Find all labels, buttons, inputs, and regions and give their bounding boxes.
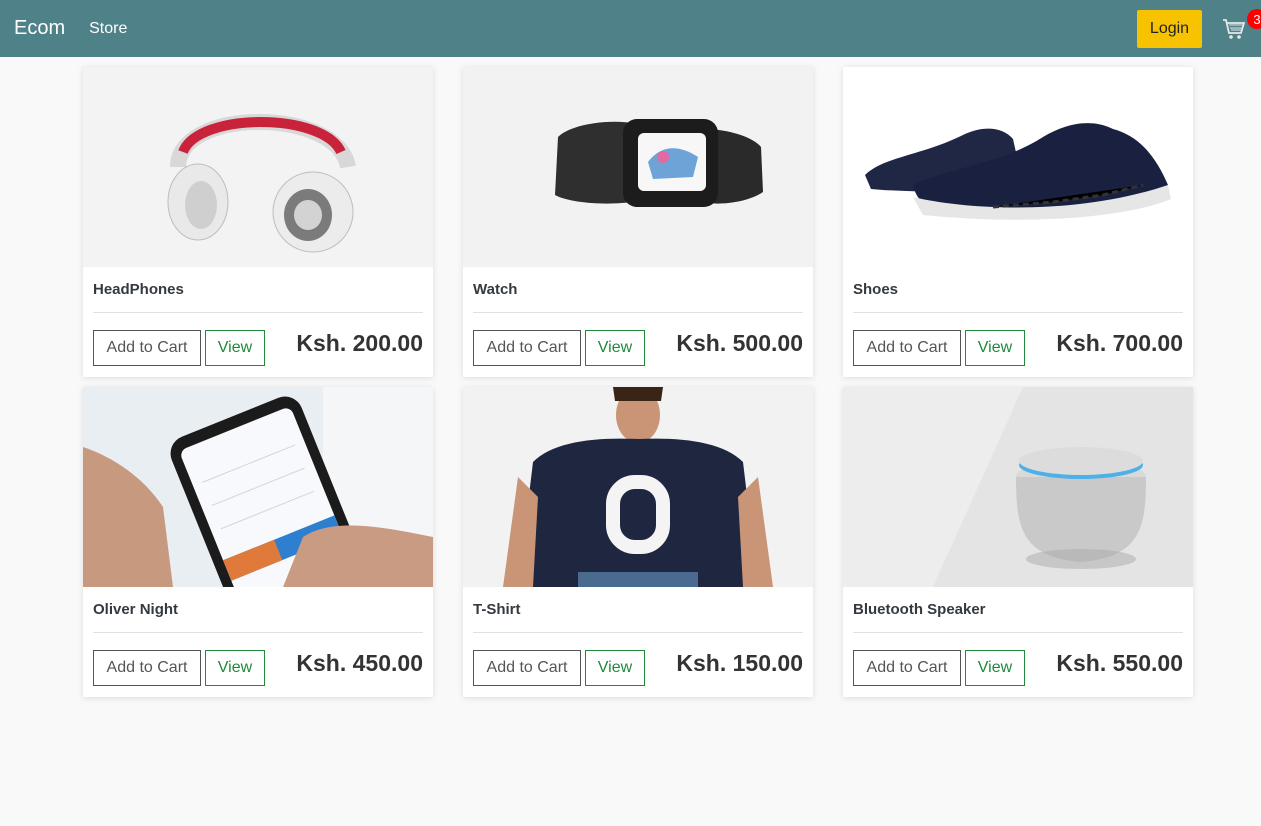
product-title: Bluetooth Speaker: [853, 587, 1183, 633]
product-image-watch[interactable]: [463, 67, 813, 267]
product-card: Bluetooth Speaker Add to Cart View Ksh. …: [843, 387, 1193, 697]
cart-button[interactable]: 3: [1202, 0, 1261, 57]
product-title: T-Shirt: [473, 587, 803, 633]
product-image-speaker[interactable]: [843, 387, 1193, 587]
product-price: Ksh. 500.00: [676, 330, 803, 356]
product-price: Ksh. 150.00: [676, 650, 803, 676]
view-button[interactable]: View: [205, 330, 265, 366]
add-to-cart-button[interactable]: Add to Cart: [473, 330, 581, 366]
product-title: HeadPhones: [93, 267, 423, 313]
product-title: Oliver Night: [93, 587, 423, 633]
view-button[interactable]: View: [585, 330, 645, 366]
product-title: Watch: [473, 267, 803, 313]
view-button[interactable]: View: [205, 650, 265, 686]
view-button[interactable]: View: [585, 650, 645, 686]
product-card: Shoes Add to Cart View Ksh. 700.00: [843, 67, 1193, 377]
product-price: Ksh. 450.00: [296, 650, 423, 676]
product-price: Ksh. 200.00: [296, 330, 423, 356]
add-to-cart-button[interactable]: Add to Cart: [93, 330, 201, 366]
product-card: Oliver Night Add to Cart View Ksh. 450.0…: [83, 387, 433, 697]
product-card: Watch Add to Cart View Ksh. 500.00: [463, 67, 813, 377]
view-button[interactable]: View: [965, 330, 1025, 366]
cart-icon: [1223, 19, 1246, 39]
navbar: Ecom Store Login 3: [0, 0, 1261, 57]
product-card: HeadPhones Add to Cart View Ksh. 200.00: [83, 67, 433, 377]
cart-count-badge: 3: [1247, 9, 1261, 29]
view-button[interactable]: View: [965, 650, 1025, 686]
add-to-cart-button[interactable]: Add to Cart: [853, 650, 961, 686]
login-button[interactable]: Login: [1137, 9, 1202, 48]
product-title: Shoes: [853, 267, 1183, 313]
brand-logo[interactable]: Ecom: [14, 17, 65, 40]
nav-link-store[interactable]: Store: [89, 20, 127, 38]
product-price: Ksh. 550.00: [1056, 650, 1183, 676]
product-image-shoes[interactable]: [843, 67, 1193, 267]
product-image-phone[interactable]: [83, 387, 433, 587]
product-price: Ksh. 700.00: [1056, 330, 1183, 356]
add-to-cart-button[interactable]: Add to Cart: [853, 330, 961, 366]
product-image-tshirt[interactable]: [463, 387, 813, 587]
add-to-cart-button[interactable]: Add to Cart: [473, 650, 581, 686]
product-card: T-Shirt Add to Cart View Ksh. 150.00: [463, 387, 813, 697]
product-image-headphones[interactable]: [83, 67, 433, 267]
add-to-cart-button[interactable]: Add to Cart: [93, 650, 201, 686]
